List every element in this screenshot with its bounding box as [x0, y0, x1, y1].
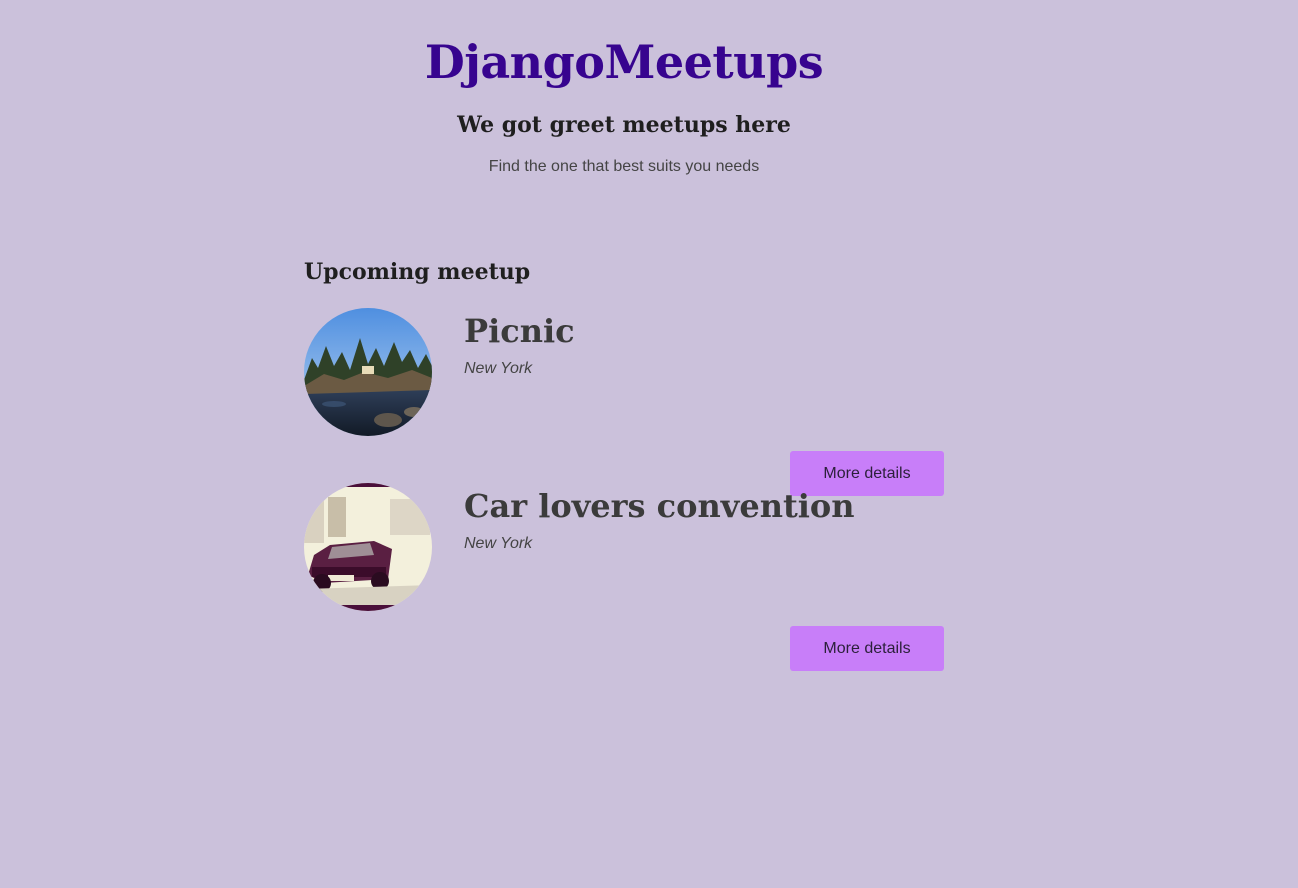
meetup-title: Car lovers convention [464, 487, 855, 525]
section-heading: Upcoming meetup [304, 259, 531, 285]
site-tagline: We got greet meetups here [457, 112, 791, 138]
meetup-title: Picnic [464, 312, 575, 350]
vintage-car-photo [304, 483, 432, 611]
meetup-item: Car lovers convention New York More deta… [304, 483, 944, 671]
meetup-location: New York [464, 360, 533, 377]
meetup-item: Picnic New York More details [304, 308, 944, 496]
meetup-location: New York [464, 535, 533, 552]
meetup-image-picnic [304, 308, 432, 436]
more-details-button[interactable]: More details [790, 626, 944, 671]
meetup-list: Picnic New York More details Car lovers … [304, 308, 944, 671]
meetup-image-car [304, 483, 432, 611]
lakeside-photo [304, 308, 432, 436]
meetups-section: Upcoming meetup Picnic New York More det… [304, 254, 944, 671]
site-title: DjangoMeetups [424, 35, 824, 89]
site-subtitle: Find the one that best suits you needs [488, 158, 760, 175]
